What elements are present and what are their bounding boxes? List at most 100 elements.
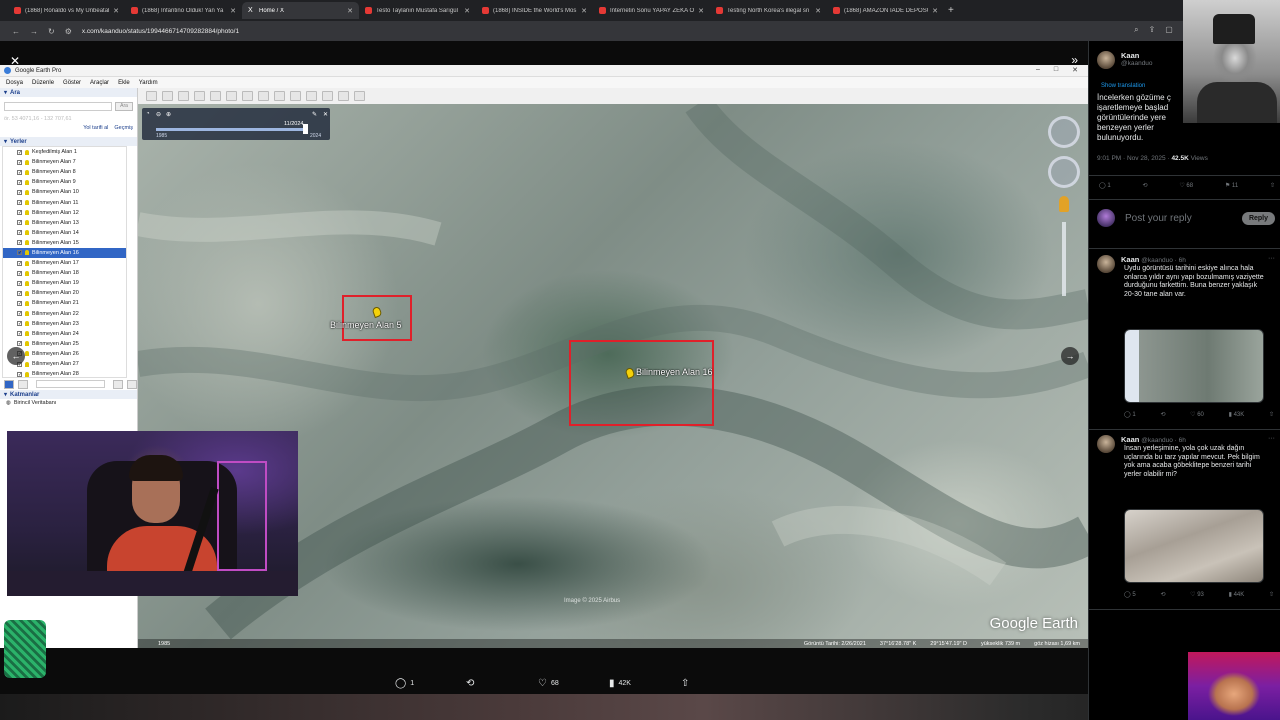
repost-icon[interactable]: ⟲ <box>1160 591 1165 598</box>
avatar[interactable] <box>1097 51 1115 69</box>
like-action[interactable]: ♡ 68 <box>538 678 559 689</box>
place-checkbox[interactable]: ✓ <box>17 280 22 286</box>
places-filter-field[interactable] <box>36 380 105 388</box>
browser-tab[interactable]: Testo Taylanın Mustafa Sarıgül ✕ <box>359 2 476 19</box>
place-item[interactable]: ✓ Bilinmeyen Alan 14 <box>3 228 126 238</box>
place-item[interactable]: ✓ Bilinmeyen Alan 16 <box>3 247 126 259</box>
place-checkbox[interactable]: ✓ <box>17 331 22 337</box>
place-checkbox[interactable]: ✓ <box>17 341 22 347</box>
previous-image-arrow-icon[interactable]: ← <box>7 347 25 365</box>
tab-close-icon[interactable]: ✕ <box>464 7 470 15</box>
forward-icon[interactable]: → <box>30 27 38 36</box>
search-button[interactable]: Ara <box>115 102 133 111</box>
move-control[interactable] <box>1048 156 1080 188</box>
reply-input[interactable]: Post your reply <box>1125 213 1232 224</box>
place-checkbox[interactable]: ✓ <box>17 179 22 185</box>
place-item[interactable]: ✓ Bilinmeyen Alan 19 <box>3 278 126 288</box>
reply-icon[interactable]: ◯ 1 <box>1124 411 1136 418</box>
maximize-icon[interactable]: □ <box>1054 66 1058 74</box>
avatar[interactable] <box>1097 435 1115 453</box>
tab-close-icon[interactable]: ✕ <box>230 7 236 15</box>
history-link[interactable]: Geçmiş <box>114 125 133 131</box>
place-item[interactable]: ✓ Bilinmeyen Alan 21 <box>3 298 126 308</box>
menu-ekle[interactable]: Ekle <box>118 80 130 86</box>
save-image-button[interactable] <box>338 91 349 101</box>
new-tab-icon[interactable]: + <box>948 5 954 16</box>
browser-tab[interactable]: (1868) INSIDE the World's Mos ✕ <box>476 2 593 19</box>
install-icon[interactable]: ▢ <box>1165 25 1173 35</box>
place-item[interactable]: ✓ Bilinmeyen Alan 22 <box>3 309 126 319</box>
places-panel-header[interactable]: ▾ Yerler <box>0 137 137 146</box>
zoom-in-time-icon[interactable]: ⊕ <box>166 111 171 118</box>
place-checkbox[interactable]: ✓ <box>17 220 22 226</box>
tab-close-icon[interactable]: ✕ <box>347 7 353 15</box>
place-item[interactable]: ✓ Bilinmeyen Alan 9 <box>3 177 126 187</box>
place-checkbox[interactable]: ✓ <box>17 250 22 256</box>
like-button[interactable]: ♡ 60 <box>1190 411 1204 418</box>
move-up-button[interactable] <box>113 379 123 389</box>
zoom-out-time-icon[interactable]: ⊖ <box>156 111 161 118</box>
author-handle[interactable]: @kaanduo <box>1121 60 1153 67</box>
more-options-icon[interactable]: ··· <box>1268 435 1275 442</box>
reply-author-name[interactable]: Kaan <box>1121 435 1139 444</box>
place-checkbox[interactable]: ✓ <box>17 270 22 276</box>
place-checkbox[interactable]: ✓ <box>17 149 22 155</box>
place-item[interactable]: ✓ Bilinmeyen Alan 11 <box>3 197 126 207</box>
zoom-slider[interactable] <box>1062 222 1066 296</box>
placemark-label[interactable]: Bilinmeyen Alan 16 <box>636 367 713 377</box>
zoom-icon[interactable]: ⌕ <box>1134 25 1138 35</box>
menu-araclar[interactable]: Araçlar <box>90 80 109 86</box>
tab-close-icon[interactable]: ✕ <box>698 7 704 15</box>
repost-icon[interactable]: ⟲ <box>1160 411 1165 418</box>
place-item[interactable]: ✓ Bilinmeyen Alan 17 <box>3 258 126 268</box>
show-translation-link[interactable]: Show translation <box>1101 83 1145 89</box>
place-item[interactable]: ✓ Bilinmeyen Alan 18 <box>3 268 126 278</box>
print-button[interactable] <box>322 91 333 101</box>
ruler-button[interactable] <box>290 91 301 101</box>
directions-link[interactable]: Yol tarifi al <box>83 125 108 131</box>
place-checkbox[interactable]: ✓ <box>17 189 22 195</box>
place-checkbox[interactable]: ✓ <box>17 321 22 327</box>
planet-button[interactable] <box>274 91 285 101</box>
place-checkbox[interactable]: ✓ <box>17 240 22 246</box>
place-item[interactable]: ✓ Bilinmeyen Alan 23 <box>3 319 126 329</box>
like-button[interactable]: ♡ 68 <box>1179 182 1193 189</box>
placemark-label[interactable]: Bilinmeyen Alan 5 <box>330 320 402 330</box>
polygon-button[interactable] <box>178 91 189 101</box>
place-checkbox[interactable]: ✓ <box>17 290 22 296</box>
place-checkbox[interactable]: ✓ <box>17 260 22 266</box>
place-checkbox[interactable]: ✓ <box>17 210 22 216</box>
place-checkbox[interactable]: ✓ <box>17 159 22 165</box>
place-checkbox[interactable]: ✓ <box>17 300 22 306</box>
views-icon[interactable]: ▮ 44K <box>1229 591 1245 598</box>
url-field[interactable]: x.com/kaanduo/status/1994466714709282884… <box>82 28 239 35</box>
place-item[interactable]: ✓ Bilinmeyen Alan 15 <box>3 238 126 248</box>
share-icon[interactable]: ⇧ <box>1270 182 1275 189</box>
place-item[interactable]: ✓ Bilinmeyen Alan 25 <box>3 339 126 349</box>
reply-action[interactable]: ◯ 1 <box>395 678 414 689</box>
repost-action[interactable]: ⟲ <box>466 678 474 689</box>
reply-icon[interactable]: ◯ 5 <box>1124 591 1136 598</box>
place-item[interactable]: ✓ Bilinmeyen Alan 20 <box>3 288 126 298</box>
bookmark-button[interactable]: ⚑ 11 <box>1225 182 1238 189</box>
close-icon[interactable]: ✕ <box>323 111 328 118</box>
place-item[interactable]: ✓ Bilinmeyen Alan 12 <box>3 208 126 218</box>
tour-button[interactable] <box>226 91 237 101</box>
browser-tab-active[interactable]: X Home / X ✕ <box>242 2 359 19</box>
timebar-track[interactable] <box>156 128 306 131</box>
layers-panel-header[interactable]: ▾ Katmanlar <box>0 390 137 399</box>
place-item[interactable]: ✓ Bilinmeyen Alan 8 <box>3 167 126 177</box>
browser-tab[interactable]: (1868) AMAZON İADE DEPOSU ✕ <box>827 2 944 19</box>
place-item[interactable]: ✓ Bilinmeyen Alan 7 <box>3 157 126 167</box>
browser-tab[interactable]: Testing North Korea's illegal sn ✕ <box>710 2 827 19</box>
next-image-arrow-icon[interactable]: → <box>1061 347 1079 365</box>
tab-close-icon[interactable]: ✕ <box>113 7 119 15</box>
tweet-time[interactable]: 9:01 PM · Nov 28, 2025 · <box>1097 155 1170 162</box>
more-options-icon[interactable]: ··· <box>1268 255 1275 262</box>
reply-image[interactable] <box>1124 509 1264 583</box>
tab-close-icon[interactable]: ✕ <box>581 7 587 15</box>
place-checkbox[interactable]: ✓ <box>17 230 22 236</box>
historical-imagery-slider[interactable]: ◔ ⊖ ⊕ ✎ ✕ 11/2024 1985 2024 <box>142 108 330 140</box>
views-action[interactable]: ▮ 42K <box>609 678 631 689</box>
minimize-icon[interactable]: – <box>1036 66 1040 74</box>
